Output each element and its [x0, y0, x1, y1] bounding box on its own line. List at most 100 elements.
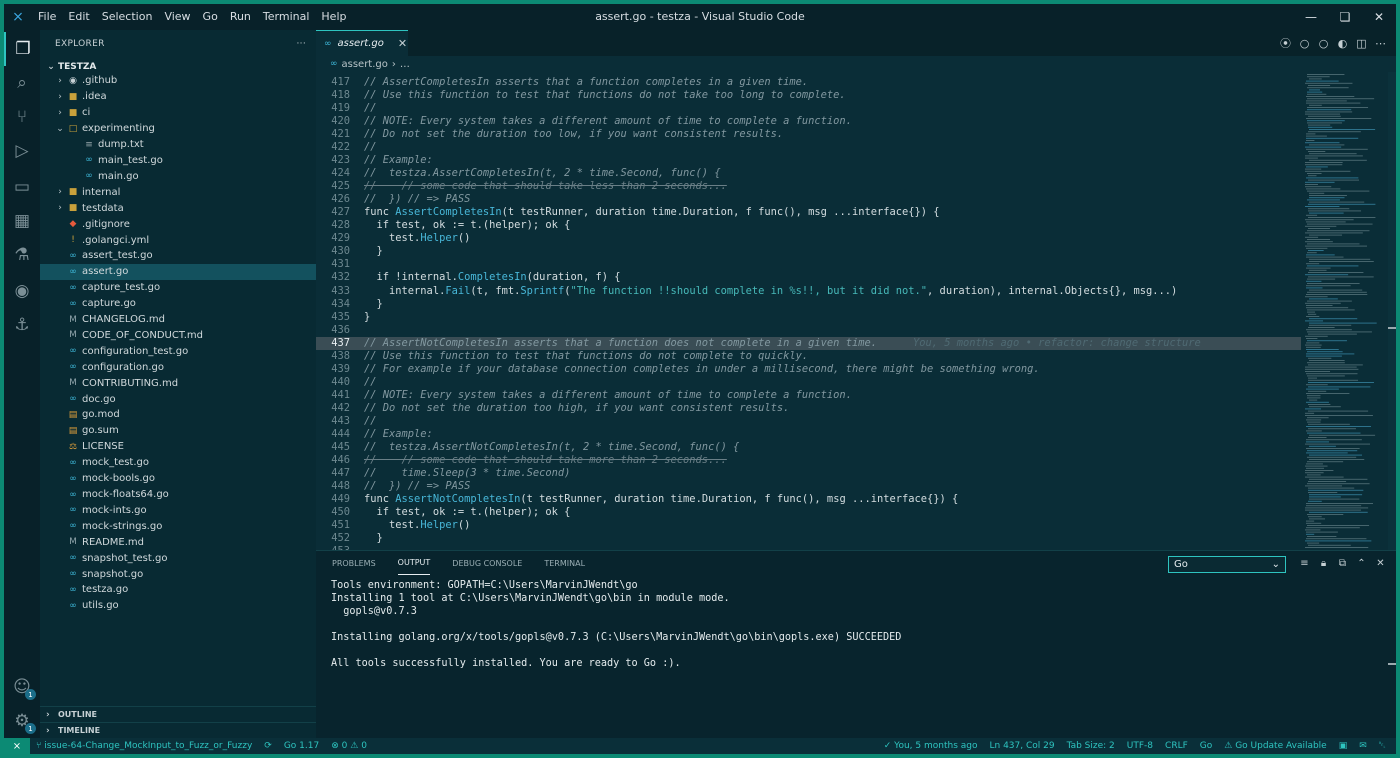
tree-file[interactable]: ∞ main.go: [40, 168, 316, 184]
maximize-panel-icon[interactable]: ⌃: [1352, 558, 1371, 569]
source-control-icon[interactable]: ⑂: [4, 100, 40, 134]
code-line[interactable]: 452 }: [316, 532, 1301, 545]
menu-view[interactable]: View: [158, 4, 196, 30]
tab-debug-console[interactable]: DEBUG CONSOLE: [452, 551, 522, 575]
code-line[interactable]: 421 // Do not set the duration too low, i…: [316, 128, 1301, 141]
code-line[interactable]: 419 //: [316, 102, 1301, 115]
tree-file[interactable]: M README.md: [40, 534, 316, 550]
breadcrumb-symbol[interactable]: …: [400, 59, 410, 70]
code-line[interactable]: 449 func AssertNotCompletesIn(t testRunne…: [316, 493, 1301, 506]
minimap[interactable]: [1303, 72, 1385, 550]
accounts-icon[interactable]: ☺ 1: [4, 670, 40, 704]
code-line[interactable]: 440 //: [316, 376, 1301, 389]
menu-selection[interactable]: Selection: [96, 4, 159, 30]
output-channel-select[interactable]: Go ⌄: [1168, 556, 1286, 573]
close-panel-icon[interactable]: ✕: [1371, 558, 1390, 569]
next-change-icon[interactable]: ○: [1314, 37, 1333, 50]
tree-file[interactable]: ∞ main_test.go: [40, 153, 316, 169]
cursor-position[interactable]: Ln 437, Col 29: [983, 741, 1060, 751]
tree-file[interactable]: M CHANGELOG.md: [40, 312, 316, 328]
previous-change-icon[interactable]: ○: [1295, 37, 1314, 50]
tree-file[interactable]: ∞ assert.go: [40, 263, 316, 280]
code-line-current[interactable]: 437 // AssertNotCompletesIn asserts that …: [316, 336, 1301, 350]
close-window-icon[interactable]: ✕: [1362, 4, 1396, 30]
code-view[interactable]: 417 // AssertCompletesIn asserts that a f…: [316, 76, 1301, 550]
tree-file[interactable]: ∞ mock-bools.go: [40, 471, 316, 487]
code-line[interactable]: 428 if test, ok := t.(helper); ok {: [316, 219, 1301, 232]
git-branch[interactable]: ⑂ issue-64-Change_MockInput_to_Fuzz_or_F…: [30, 741, 258, 751]
extensions-icon[interactable]: ▦: [4, 204, 40, 238]
tree-file[interactable]: ∞ configuration.go: [40, 359, 316, 375]
close-tab-icon[interactable]: ✕: [398, 37, 407, 50]
tree-file[interactable]: ▤ go.mod: [40, 407, 316, 423]
code-line[interactable]: 435}: [316, 311, 1301, 324]
code-line[interactable]: 442 // Do not set the duration too high, …: [316, 402, 1301, 415]
lock-scroll-icon[interactable]: 🔒︎: [1314, 558, 1333, 569]
menu-go[interactable]: Go: [197, 4, 224, 30]
code-line[interactable]: 423 // Example:: [316, 154, 1301, 167]
tree-file[interactable]: ∞ capture_test.go: [40, 280, 316, 296]
code-line[interactable]: 448 // }) // => PASS: [316, 480, 1301, 493]
docker-icon[interactable]: ⚓: [4, 308, 40, 342]
breadcrumb-file[interactable]: assert.go: [342, 59, 388, 70]
menu-help[interactable]: Help: [315, 4, 352, 30]
feedback-icon[interactable]: ✉: [1353, 741, 1373, 751]
remote-explorer-icon[interactable]: ▭: [4, 170, 40, 204]
code-line[interactable]: 445 // testza.AssertNotCompletesIn(t, 2 *…: [316, 441, 1301, 454]
remote-indicator-icon[interactable]: ⨯: [4, 738, 30, 754]
code-line[interactable]: 426 // }) // => PASS: [316, 193, 1301, 206]
code-line[interactable]: 436: [316, 324, 1301, 337]
settings-gear-icon[interactable]: ⚙ 1: [4, 704, 40, 738]
output-log[interactable]: Tools environment: GOPATH=C:\Users\Marvi…: [316, 575, 1396, 670]
clear-output-icon[interactable]: ≡: [1295, 558, 1314, 569]
code-line[interactable]: 434 }: [316, 298, 1301, 311]
tree-file[interactable]: ◆ .gitignore: [40, 216, 316, 232]
code-line[interactable]: 447 // time.Sleep(3 * time.Second): [316, 467, 1301, 480]
editor-more-icon[interactable]: ⋯: [1371, 37, 1390, 50]
tree-folder[interactable]: › ■ internal: [40, 184, 316, 200]
split-editor-icon[interactable]: ◫: [1352, 37, 1371, 50]
code-line[interactable]: 444 // Example:: [316, 428, 1301, 441]
code-line[interactable]: 425 // // some code that should take less…: [316, 180, 1301, 193]
tree-file[interactable]: ∞ testza.go: [40, 582, 316, 598]
testing-icon[interactable]: ⚗: [4, 238, 40, 272]
code-line[interactable]: 439 // For example if your database conne…: [316, 363, 1301, 376]
tree-file[interactable]: ∞ mock-floats64.go: [40, 487, 316, 503]
tree-file[interactable]: M CONTRIBUTING.md: [40, 375, 316, 391]
tree-folder[interactable]: › ■ .idea: [40, 89, 316, 105]
run-debug-icon[interactable]: ▷: [4, 134, 40, 168]
tree-file[interactable]: ∞ capture.go: [40, 296, 316, 312]
tree-folder[interactable]: › ■ testdata: [40, 200, 316, 216]
code-line[interactable]: 432 if !internal.CompletesIn(duration, f…: [316, 271, 1301, 284]
problems-summary[interactable]: ⊗ 0 ⚠ 0: [325, 741, 373, 751]
tree-folder[interactable]: › ■ ci: [40, 105, 316, 121]
tab-size[interactable]: Tab Size: 2: [1061, 741, 1121, 751]
tree-file[interactable]: ∞ mock-strings.go: [40, 518, 316, 534]
tree-file[interactable]: ▤ go.sum: [40, 423, 316, 439]
code-line[interactable]: 441 // NOTE: Every system takes a differe…: [316, 389, 1301, 402]
menu-file[interactable]: File: [32, 4, 62, 30]
tree-file[interactable]: ∞ mock-ints.go: [40, 502, 316, 518]
go-version[interactable]: Go 1.17: [278, 741, 325, 751]
outline-section[interactable]: › OUTLINE: [40, 706, 316, 722]
tree-file[interactable]: ∞ doc.go: [40, 391, 316, 407]
tab-terminal[interactable]: TERMINAL: [544, 551, 585, 575]
tree-folder[interactable]: ⌄ □ experimenting: [40, 121, 316, 137]
tree-file[interactable]: ∞ mock_test.go: [40, 455, 316, 471]
tab-output[interactable]: OUTPUT: [397, 551, 431, 575]
github-icon[interactable]: ◉: [4, 274, 40, 308]
tree-file[interactable]: ≡ dump.txt: [40, 137, 316, 153]
encoding[interactable]: UTF-8: [1121, 741, 1159, 751]
menu-terminal[interactable]: Terminal: [257, 4, 316, 30]
tree-file[interactable]: ∞ configuration_test.go: [40, 343, 316, 359]
code-line[interactable]: 438 // Use this function to test that fun…: [316, 350, 1301, 363]
language-mode[interactable]: Go: [1194, 741, 1218, 751]
tree-file[interactable]: ∞ snapshot.go: [40, 566, 316, 582]
code-line[interactable]: 422 //: [316, 141, 1301, 154]
restore-icon[interactable]: ❏: [1328, 4, 1362, 30]
git-blame[interactable]: ✓ You, 5 months ago: [878, 741, 984, 751]
open-changes-icon[interactable]: ◐: [1333, 37, 1352, 50]
tree-file[interactable]: ∞ assert_test.go: [40, 248, 316, 264]
tab-problems[interactable]: PROBLEMS: [332, 551, 376, 575]
minimize-icon[interactable]: —: [1294, 4, 1328, 30]
